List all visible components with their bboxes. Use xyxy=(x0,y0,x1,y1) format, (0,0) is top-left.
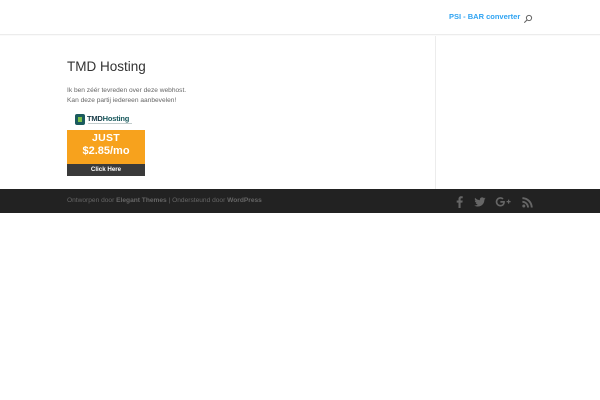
footer-designed-by: Ontworpen door xyxy=(67,197,115,204)
banner-logo-tmd: TMD xyxy=(87,114,103,123)
twitter-icon[interactable] xyxy=(474,195,486,207)
rss-icon[interactable] xyxy=(522,195,533,208)
footer-separator: | xyxy=(168,197,171,204)
banner-logo-tagline-line xyxy=(88,123,132,124)
banner-just: JUST xyxy=(91,132,121,144)
nav-link-psi-bar-converter[interactable]: PSI - BAR converter xyxy=(449,12,520,21)
banner-price: $2.85/mo xyxy=(82,145,130,157)
page-body-text: Ik ben zéér tevreden over deze webhost. … xyxy=(67,86,267,105)
page-title: TMD Hosting xyxy=(67,59,146,74)
search-icon[interactable] xyxy=(523,11,533,23)
banner-logo-text: TMDHosting xyxy=(87,114,129,123)
banner-logo-hosting: Hosting xyxy=(102,114,130,123)
body-text-line: Ik ben zéér tevreden over deze webhost. xyxy=(67,87,187,94)
banner-cta: Click Here xyxy=(90,166,122,173)
facebook-icon[interactable] xyxy=(456,195,463,208)
footer-powered-by: Ondersteund door xyxy=(172,197,226,204)
footer-link-elegant-themes[interactable]: Elegant Themes xyxy=(116,197,167,204)
body-text-line: Kan deze partij iedereen aanbevelen! xyxy=(67,96,177,104)
site-footer: Ontworpen door Elegant Themes | Onderste… xyxy=(0,189,600,213)
footer-link-wordpress[interactable]: WordPress xyxy=(227,197,262,204)
google-plus-icon[interactable] xyxy=(495,195,512,207)
site-header: PSI - BAR converter xyxy=(0,0,600,35)
footer-credit: Ontworpen door Elegant Themes | Onderste… xyxy=(67,197,262,204)
tmd-logo-icon xyxy=(75,114,85,125)
tmd-hosting-banner[interactable]: TMDHosting JUST $2.85/mo Click Here xyxy=(67,110,145,176)
sidebar-divider xyxy=(435,36,436,189)
